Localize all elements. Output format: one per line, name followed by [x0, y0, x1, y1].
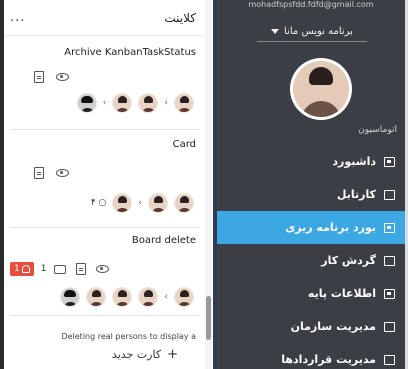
- sidebar-item-dashboard[interactable]: داشبورد: [217, 145, 405, 178]
- dashboard-icon: [384, 156, 395, 167]
- scrollbar-thumb[interactable]: [206, 296, 211, 340]
- kanban-column: ... کلاینت Archive KanbanTaskStatus ‹ ‹ …: [4, 0, 204, 369]
- avatar[interactable]: [112, 193, 133, 213]
- document-icon[interactable]: [74, 262, 88, 276]
- comment-icon[interactable]: [53, 262, 67, 276]
- column-header: ... کلاینت: [4, 0, 204, 36]
- contracts-icon: [384, 354, 395, 365]
- card-members: ‹: [10, 284, 200, 310]
- card-members: ‹ ‹: [10, 90, 200, 116]
- chevron-icon[interactable]: ‹: [164, 292, 168, 302]
- section-heading: اتوماسیون: [358, 125, 397, 135]
- plus-icon: +: [167, 346, 178, 362]
- sidebar-item-workflow[interactable]: گردش کار: [217, 244, 405, 277]
- card-title: Archive KanbanTaskStatus: [64, 47, 196, 58]
- sidebar-item-organization[interactable]: مدیریت سازمان: [217, 310, 405, 343]
- sidebar-item-contracts[interactable]: مدیریت قراردادها: [217, 343, 405, 369]
- database-icon: [384, 288, 395, 299]
- sidebar-item-label: اطلاعات پایه: [307, 287, 376, 300]
- avatar[interactable]: [112, 287, 133, 307]
- chevron-icon[interactable]: ‹: [138, 198, 142, 208]
- avatar[interactable]: [138, 287, 159, 307]
- sidebar-item-label: مدیریت قراردادها: [281, 353, 376, 366]
- sidebar-item-label: گردش کار: [321, 254, 376, 267]
- sidebar-item-planning-board[interactable]: بورد برنامه ریزی: [217, 211, 405, 244]
- avatar[interactable]: [174, 93, 194, 113]
- column-title: کلاینت: [164, 10, 196, 25]
- user-email: mohadfspsfdd.fdfd@gmail.com: [248, 0, 374, 9]
- workflow-icon: [384, 255, 395, 266]
- alert-count: 1: [14, 264, 20, 274]
- sidebar-item-label: بورد برنامه ریزی: [285, 221, 376, 234]
- document-icon[interactable]: [32, 70, 46, 84]
- card-title: Deleting real persons to display a: [61, 332, 196, 341]
- sidebar-nav: داشبورد کارتابل بورد برنامه ریزی گردش کا…: [217, 145, 405, 369]
- add-card-button[interactable]: کارت جدید +: [10, 344, 200, 364]
- caret-down-icon: [271, 29, 280, 34]
- bell-icon: [21, 265, 30, 273]
- sidebar-item-label: داشبورد: [332, 155, 376, 168]
- task-card[interactable]: Archive KanbanTaskStatus ‹ ‹: [10, 46, 200, 130]
- sidebar-item-inbox[interactable]: کارتابل: [217, 178, 405, 211]
- task-card[interactable]: Board delete 1 1 ‹: [10, 234, 200, 316]
- chevron-icon[interactable]: ‹: [103, 98, 107, 108]
- avatar[interactable]: [148, 193, 168, 213]
- card-meta: [10, 164, 200, 182]
- card-meta: 1 1: [10, 260, 200, 278]
- document-icon[interactable]: [32, 166, 46, 180]
- profile-photo: [293, 61, 349, 117]
- next-card-preview[interactable]: Deleting real persons to display a: [10, 324, 200, 343]
- sidebar: mohadfspsfdd.fdfd@gmail.com برنامه نویس …: [217, 0, 405, 369]
- chevron-icon[interactable]: ‹: [164, 98, 168, 108]
- add-card-label: کارت جدید: [111, 347, 162, 361]
- avatar[interactable]: [174, 193, 194, 213]
- eye-icon[interactable]: [55, 70, 69, 84]
- card-title: Card: [172, 139, 196, 150]
- avatar[interactable]: [112, 93, 133, 113]
- role-label: برنامه نویس مانا: [284, 26, 353, 37]
- comment-count: 1: [40, 264, 47, 274]
- subtask-count: ۴ ○: [90, 198, 107, 208]
- sidebar-item-base-info[interactable]: اطلاعات پایه: [217, 277, 405, 310]
- card-meta: [10, 68, 200, 86]
- inbox-icon: [384, 189, 395, 200]
- task-card[interactable]: Card ۴ ○ ‹: [10, 138, 200, 228]
- profile-avatar[interactable]: [290, 58, 352, 120]
- avatar[interactable]: [138, 93, 159, 113]
- card-title: Board delete: [131, 235, 196, 246]
- eye-icon[interactable]: [55, 166, 69, 180]
- card-members: ۴ ○ ‹: [10, 190, 200, 216]
- sidebar-item-label: کارتابل: [336, 188, 376, 201]
- avatar[interactable]: [86, 287, 107, 307]
- sidebar-item-label: مدیریت سازمان: [290, 320, 376, 333]
- role-selector[interactable]: برنامه نویس مانا: [257, 22, 367, 42]
- alert-badge[interactable]: 1: [10, 262, 34, 276]
- column-menu-button[interactable]: ...: [10, 10, 25, 25]
- avatar[interactable]: [174, 287, 194, 307]
- eye-icon[interactable]: [95, 262, 109, 276]
- avatar[interactable]: [60, 287, 81, 307]
- organization-icon: [384, 321, 395, 332]
- avatar[interactable]: [76, 93, 97, 113]
- board-icon: [384, 222, 395, 233]
